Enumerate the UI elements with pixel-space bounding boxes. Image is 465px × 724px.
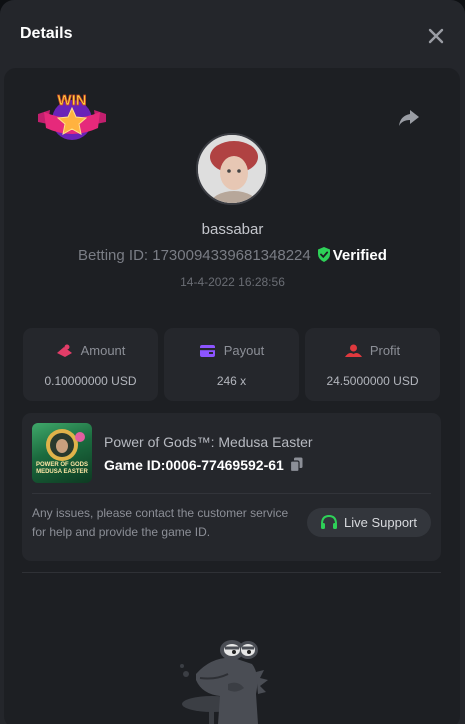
- game-info-panel: POWER OF GODS MEDUSA EASTER Power of God…: [22, 413, 441, 561]
- betting-id: Betting ID: 1730094339681348224: [78, 247, 311, 264]
- game-name: Power of Gods™: Medusa Easter: [104, 434, 313, 450]
- shield-check-icon: [317, 247, 330, 262]
- panel-divider: [32, 493, 431, 494]
- game-thumbnail[interactable]: POWER OF GODS MEDUSA EASTER: [32, 423, 92, 483]
- stat-profit: Profit 24.5000000 USD: [305, 328, 440, 401]
- stat-payout: Payout 246 x: [164, 328, 299, 401]
- stat-amount-value: 0.10000000 USD: [44, 374, 137, 388]
- share-arrow-icon[interactable]: [398, 108, 420, 128]
- details-modal: Details WIN bassabar Betting ID: 1730094…: [0, 0, 465, 724]
- stat-amount: Amount 0.10000000 USD: [23, 328, 158, 401]
- game-id-value: 0006-77469592-61: [165, 457, 284, 473]
- profit-icon: [344, 344, 362, 357]
- modal-header: Details: [0, 0, 465, 70]
- stat-payout-value: 246 x: [216, 374, 247, 388]
- modal-title: Details: [20, 25, 73, 42]
- stat-profit-label: Profit: [369, 343, 401, 358]
- thumbnail-text: POWER OF GODS MEDUSA EASTER: [35, 462, 88, 475]
- stat-amount-label: Amount: [80, 343, 126, 358]
- verified-label: Verified: [332, 247, 387, 264]
- bet-timestamp: 14-4-2022 16:28:56: [180, 275, 285, 289]
- payout-wallet-icon: [199, 345, 215, 357]
- close-icon[interactable]: [424, 24, 448, 48]
- support-notice: Any issues, please contact the customer …: [32, 506, 289, 539]
- game-id-label: Game ID:: [104, 457, 166, 473]
- copy-icon[interactable]: [289, 457, 303, 472]
- crocodile-mascot-illustration: [180, 640, 268, 724]
- user-avatar: [196, 133, 268, 205]
- stat-payout-label: Payout: [223, 343, 265, 358]
- section-divider: [22, 572, 441, 573]
- betting-id-row: Betting ID: 1730094339681348224 Verified: [0, 247, 465, 264]
- amount-icon: [56, 344, 72, 357]
- game-id-row: Game ID:0006-77469592-61: [104, 457, 303, 473]
- headset-icon: [321, 514, 337, 529]
- live-support-label: Live Support: [344, 515, 417, 530]
- live-support-button[interactable]: Live Support: [307, 508, 431, 537]
- stat-profit-value: 24.5000000 USD: [326, 374, 419, 388]
- badge-text: WIN: [57, 92, 86, 109]
- win-star-badge: WIN: [38, 92, 106, 140]
- username: bassabar: [201, 221, 264, 238]
